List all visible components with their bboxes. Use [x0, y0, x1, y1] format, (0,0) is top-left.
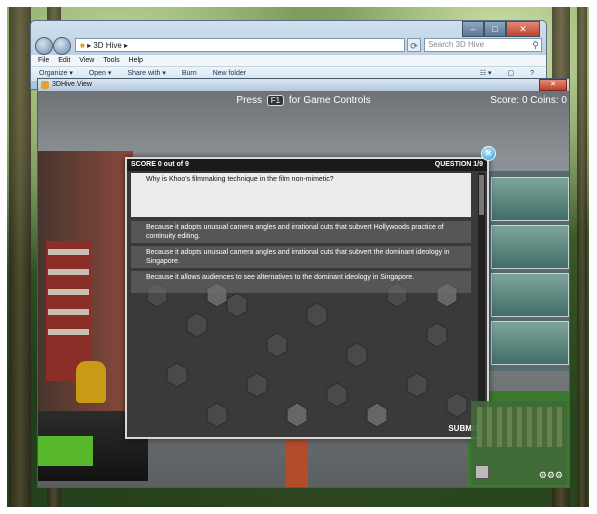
menu-view[interactable]: View: [79, 57, 94, 64]
hive-title-bar: 3DHive.View ✕: [38, 79, 569, 91]
address-bar[interactable]: ■ ▸ 3D Hive ▸: [75, 38, 405, 52]
window-pane: [491, 177, 569, 221]
quiz-close-icon[interactable]: ✕: [481, 146, 496, 161]
search-icon: ⚲: [532, 40, 539, 50]
organize-button[interactable]: Organize ▾: [39, 70, 73, 77]
address-text: 3D Hive: [93, 41, 122, 50]
answer-option[interactable]: Because it adopts unusual camera angles …: [131, 246, 471, 268]
view-options-icon[interactable]: ☷ ▾: [480, 70, 492, 77]
maximize-button[interactable]: □: [484, 21, 506, 37]
search-placeholder: Search 3D Hive: [428, 40, 485, 49]
minimap[interactable]: ⚙⚙⚙: [471, 401, 567, 485]
tree-trunk: [577, 7, 587, 507]
minimap-tools-icon[interactable]: ⚙⚙⚙: [539, 470, 563, 481]
window-pane: [491, 225, 569, 269]
minimap-marker-icon: [475, 465, 489, 479]
close-button[interactable]: ✕: [506, 21, 540, 37]
scene-right-window: [485, 171, 569, 371]
score-coins-display: Score: 0 Coins: 0: [490, 95, 567, 106]
scene-avatar: [286, 431, 308, 487]
refresh-icon[interactable]: ⟳: [407, 38, 421, 52]
shelf-board: [48, 289, 89, 295]
shelf-board: [48, 309, 89, 315]
game-scene[interactable]: Press F1 for Game Controls Score: 0 Coin…: [38, 91, 569, 487]
quiz-scrollbar[interactable]: [478, 173, 485, 418]
menu-help[interactable]: Help: [129, 57, 143, 64]
open-button[interactable]: Open ▾: [89, 70, 112, 77]
quiz-header: SCORE 0 out of 9 QUESTION 1/9: [127, 159, 487, 171]
question-text: Why is Khoo's filmmaking technique in th…: [131, 173, 471, 217]
quiz-question-number: QUESTION 1/9: [434, 161, 483, 168]
scene-bookshelf: [46, 241, 91, 381]
quiz-dialog: SCORE 0 out of 9 QUESTION 1/9 Why is Kho…: [125, 157, 489, 439]
tree-trunk: [9, 7, 31, 507]
shelf-board: [48, 329, 89, 335]
share-with-button[interactable]: Share with ▾: [127, 70, 166, 77]
scene-chair: [76, 361, 106, 403]
window-pane: [491, 321, 569, 365]
new-folder-button[interactable]: New folder: [213, 70, 246, 77]
scene-green-object: [38, 436, 93, 466]
app-logo-icon: [41, 81, 49, 89]
burn-button[interactable]: Burn: [182, 70, 197, 77]
forward-button[interactable]: [53, 37, 71, 55]
minimap-grid: [477, 407, 563, 447]
folder-icon: ■: [80, 41, 85, 50]
help-icon[interactable]: ?: [530, 70, 534, 77]
menu-edit[interactable]: Edit: [58, 57, 70, 64]
menu-bar: File Edit View Tools Help: [31, 55, 546, 66]
window-controls: – □ ✕: [462, 21, 540, 37]
answer-option[interactable]: Because it adopts unusual camera angles …: [131, 221, 471, 243]
menu-file[interactable]: File: [38, 57, 49, 64]
hive-window-title: 3DHive.View: [52, 81, 92, 88]
search-input[interactable]: Search 3D Hive ⚲: [424, 38, 542, 52]
window-pane: [491, 273, 569, 317]
quiz-scrollbar-thumb[interactable]: [479, 175, 484, 215]
hive-window: 3DHive.View ✕ Press F1 for Game Controls: [37, 78, 570, 488]
hive-close-button[interactable]: ✕: [539, 79, 567, 91]
back-button[interactable]: [35, 37, 53, 55]
hint-prefix: Press: [236, 95, 262, 106]
preview-pane-icon[interactable]: ▢: [508, 70, 515, 77]
quiz-score: SCORE 0 out of 9: [131, 161, 189, 168]
shelf-board: [48, 269, 89, 275]
answer-option[interactable]: Because it allows audiences to see alter…: [131, 271, 471, 293]
minimize-button[interactable]: –: [462, 21, 484, 37]
f1-key-icon: F1: [266, 95, 285, 106]
menu-tools[interactable]: Tools: [103, 57, 119, 64]
hint-suffix: for Game Controls: [288, 95, 371, 106]
shelf-board: [48, 249, 89, 255]
